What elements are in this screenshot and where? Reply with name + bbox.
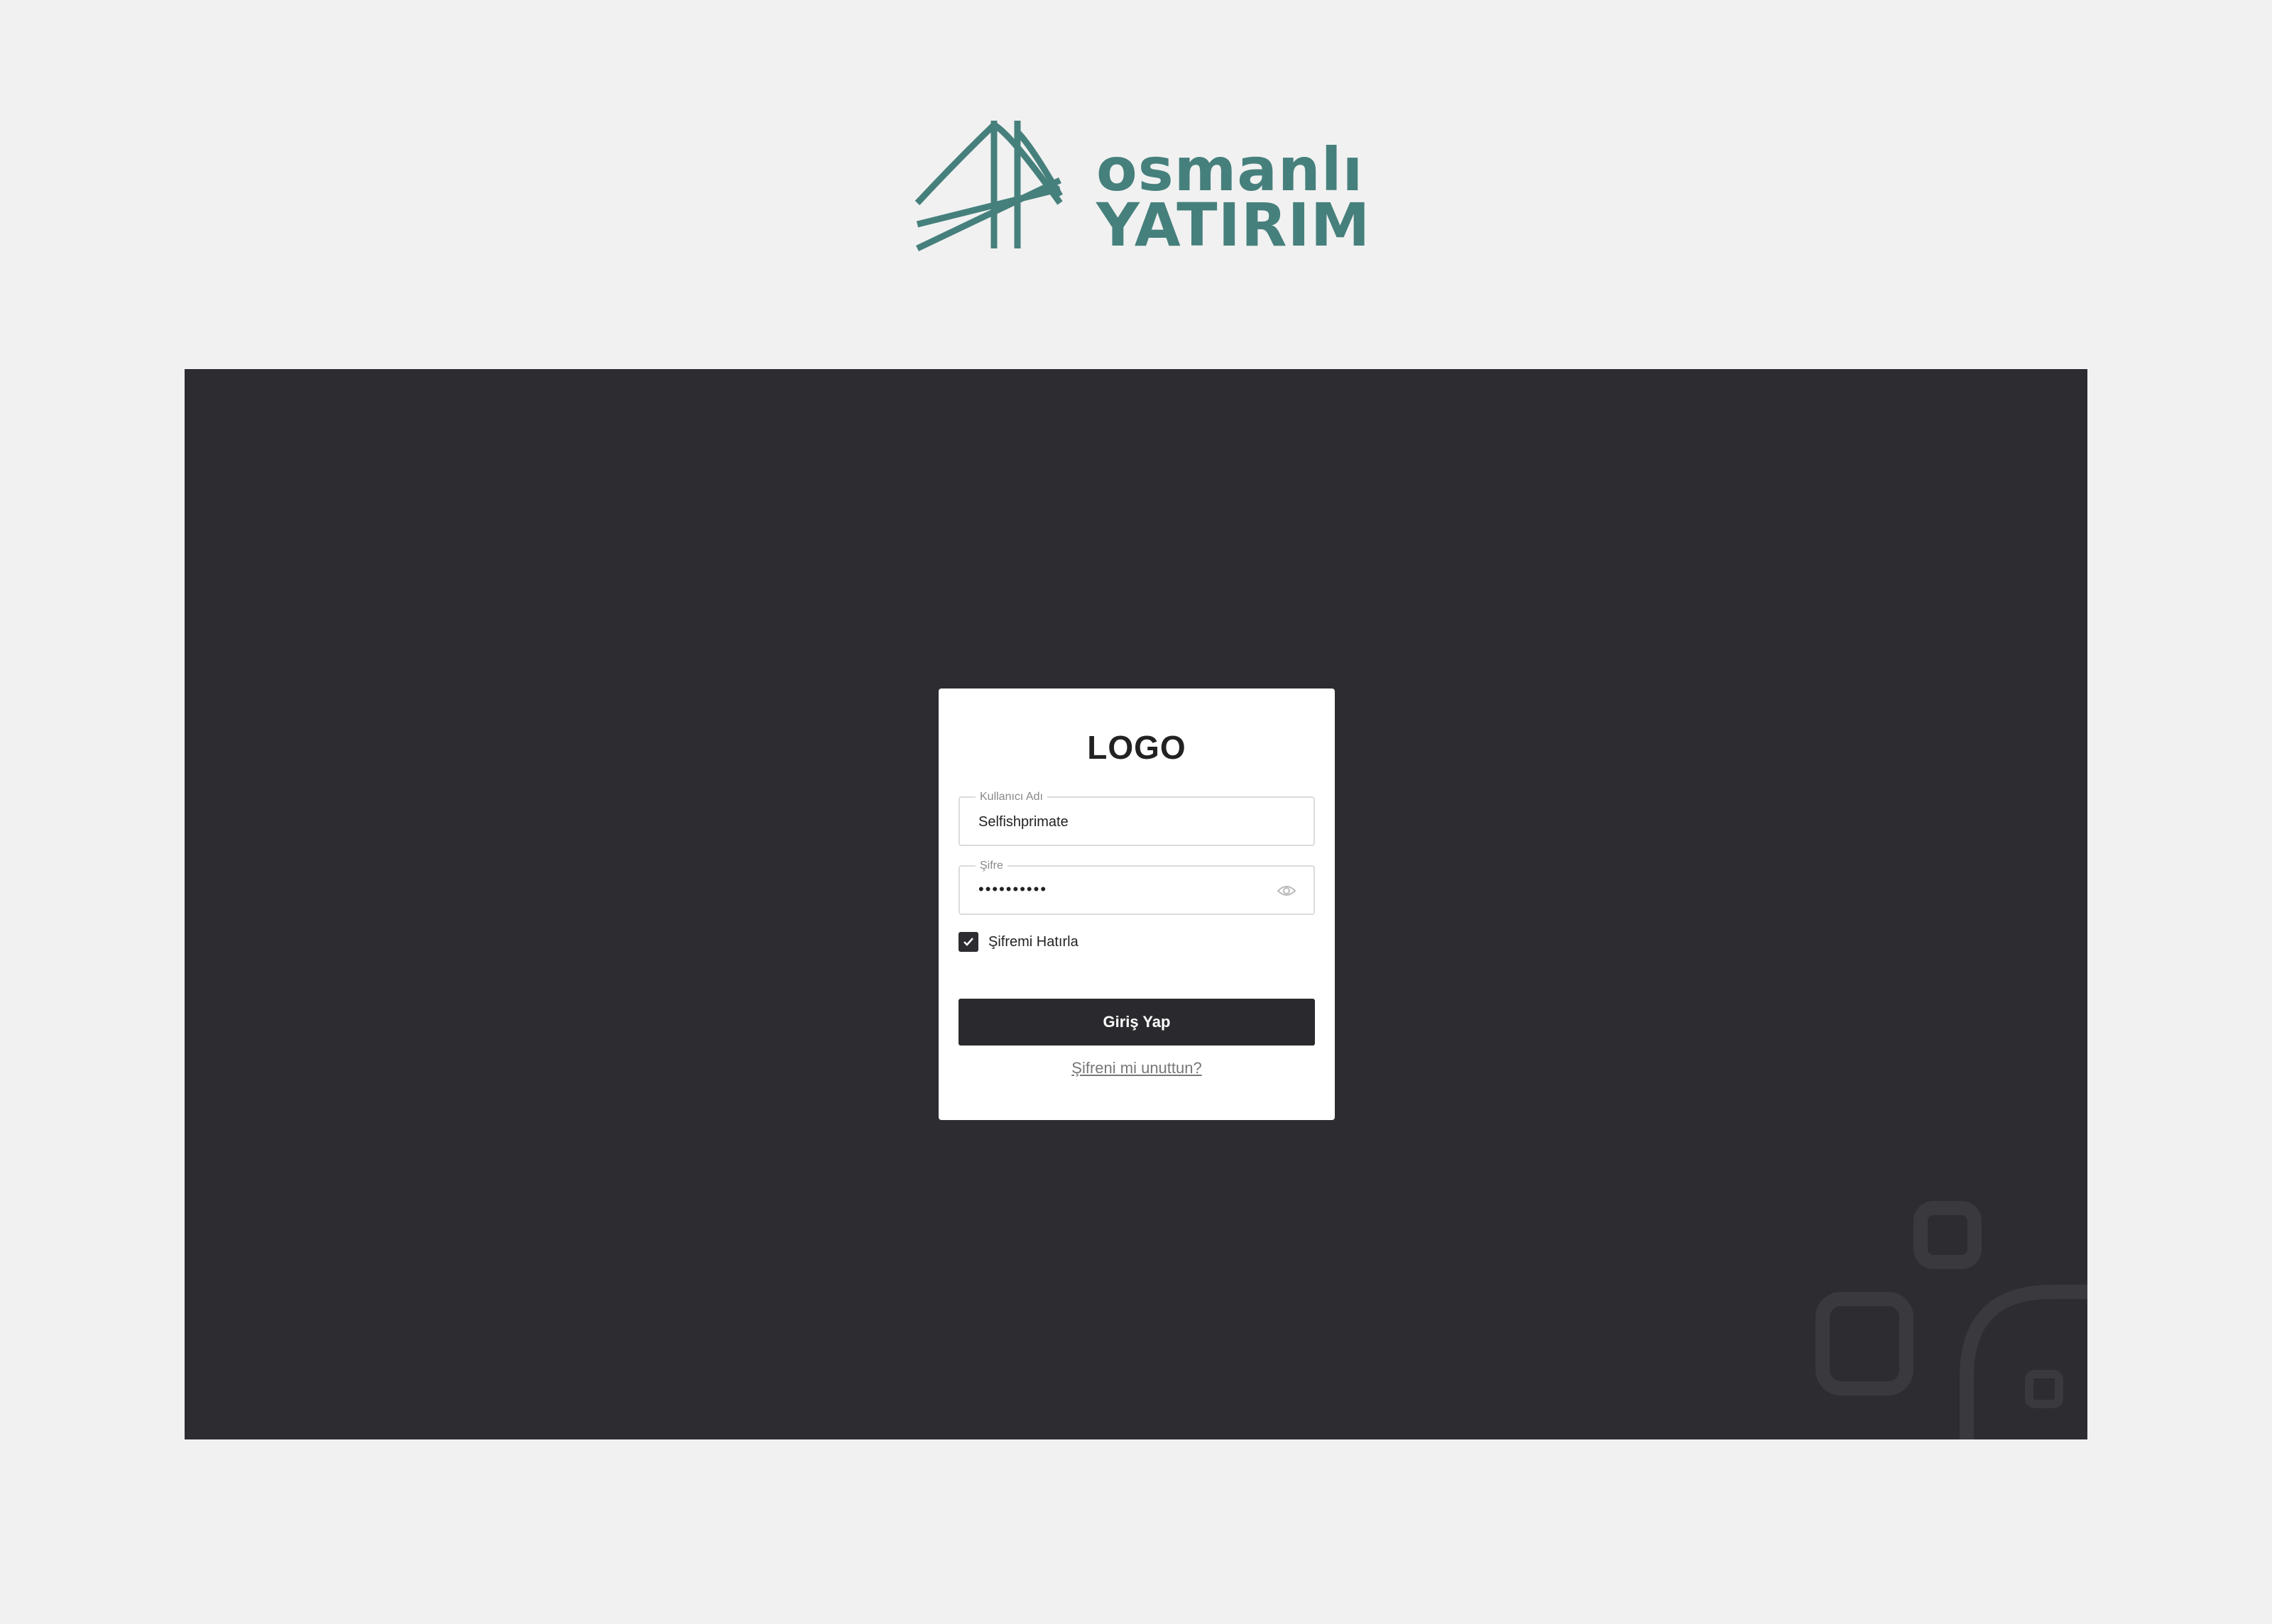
password-field[interactable]: Şifre •••••••••• — [958, 859, 1315, 915]
login-card: LOGO Kullanıcı Adı Selfishprimate Şifre … — [939, 688, 1335, 1120]
remember-label: Şifremi Hatırla — [988, 933, 1078, 950]
brand-name-line2: YATIRIM — [1096, 190, 1371, 260]
remember-me[interactable]: Şifremi Hatırla — [958, 931, 1078, 953]
password-value[interactable]: •••••••••• — [978, 881, 1047, 898]
username-field[interactable]: Kullanıcı Adı Selfishprimate — [958, 790, 1315, 846]
bridge-icon — [914, 121, 1063, 252]
check-icon — [963, 938, 973, 946]
username-label: Kullanıcı Adı — [976, 790, 1047, 804]
card-logo: LOGO — [1087, 729, 1186, 766]
username-value[interactable]: Selfishprimate — [978, 813, 1069, 830]
login-button[interactable]: Giriş Yap — [958, 999, 1315, 1046]
login-stage: LOGO Kullanıcı Adı Selfishprimate Şifre … — [185, 369, 2087, 1439]
brand-name-line1: osmanlı — [1096, 135, 1364, 204]
brand-logo: osmanlı YATIRIM — [914, 118, 1371, 260]
eye-icon[interactable] — [1277, 884, 1296, 898]
password-label: Şifre — [976, 859, 1007, 873]
brand-wordmark: osmanlı YATIRIM — [1096, 135, 1371, 260]
remember-checkbox[interactable] — [958, 932, 978, 952]
forgot-password-link[interactable]: Şifreni mi unuttun? — [939, 1059, 1335, 1077]
